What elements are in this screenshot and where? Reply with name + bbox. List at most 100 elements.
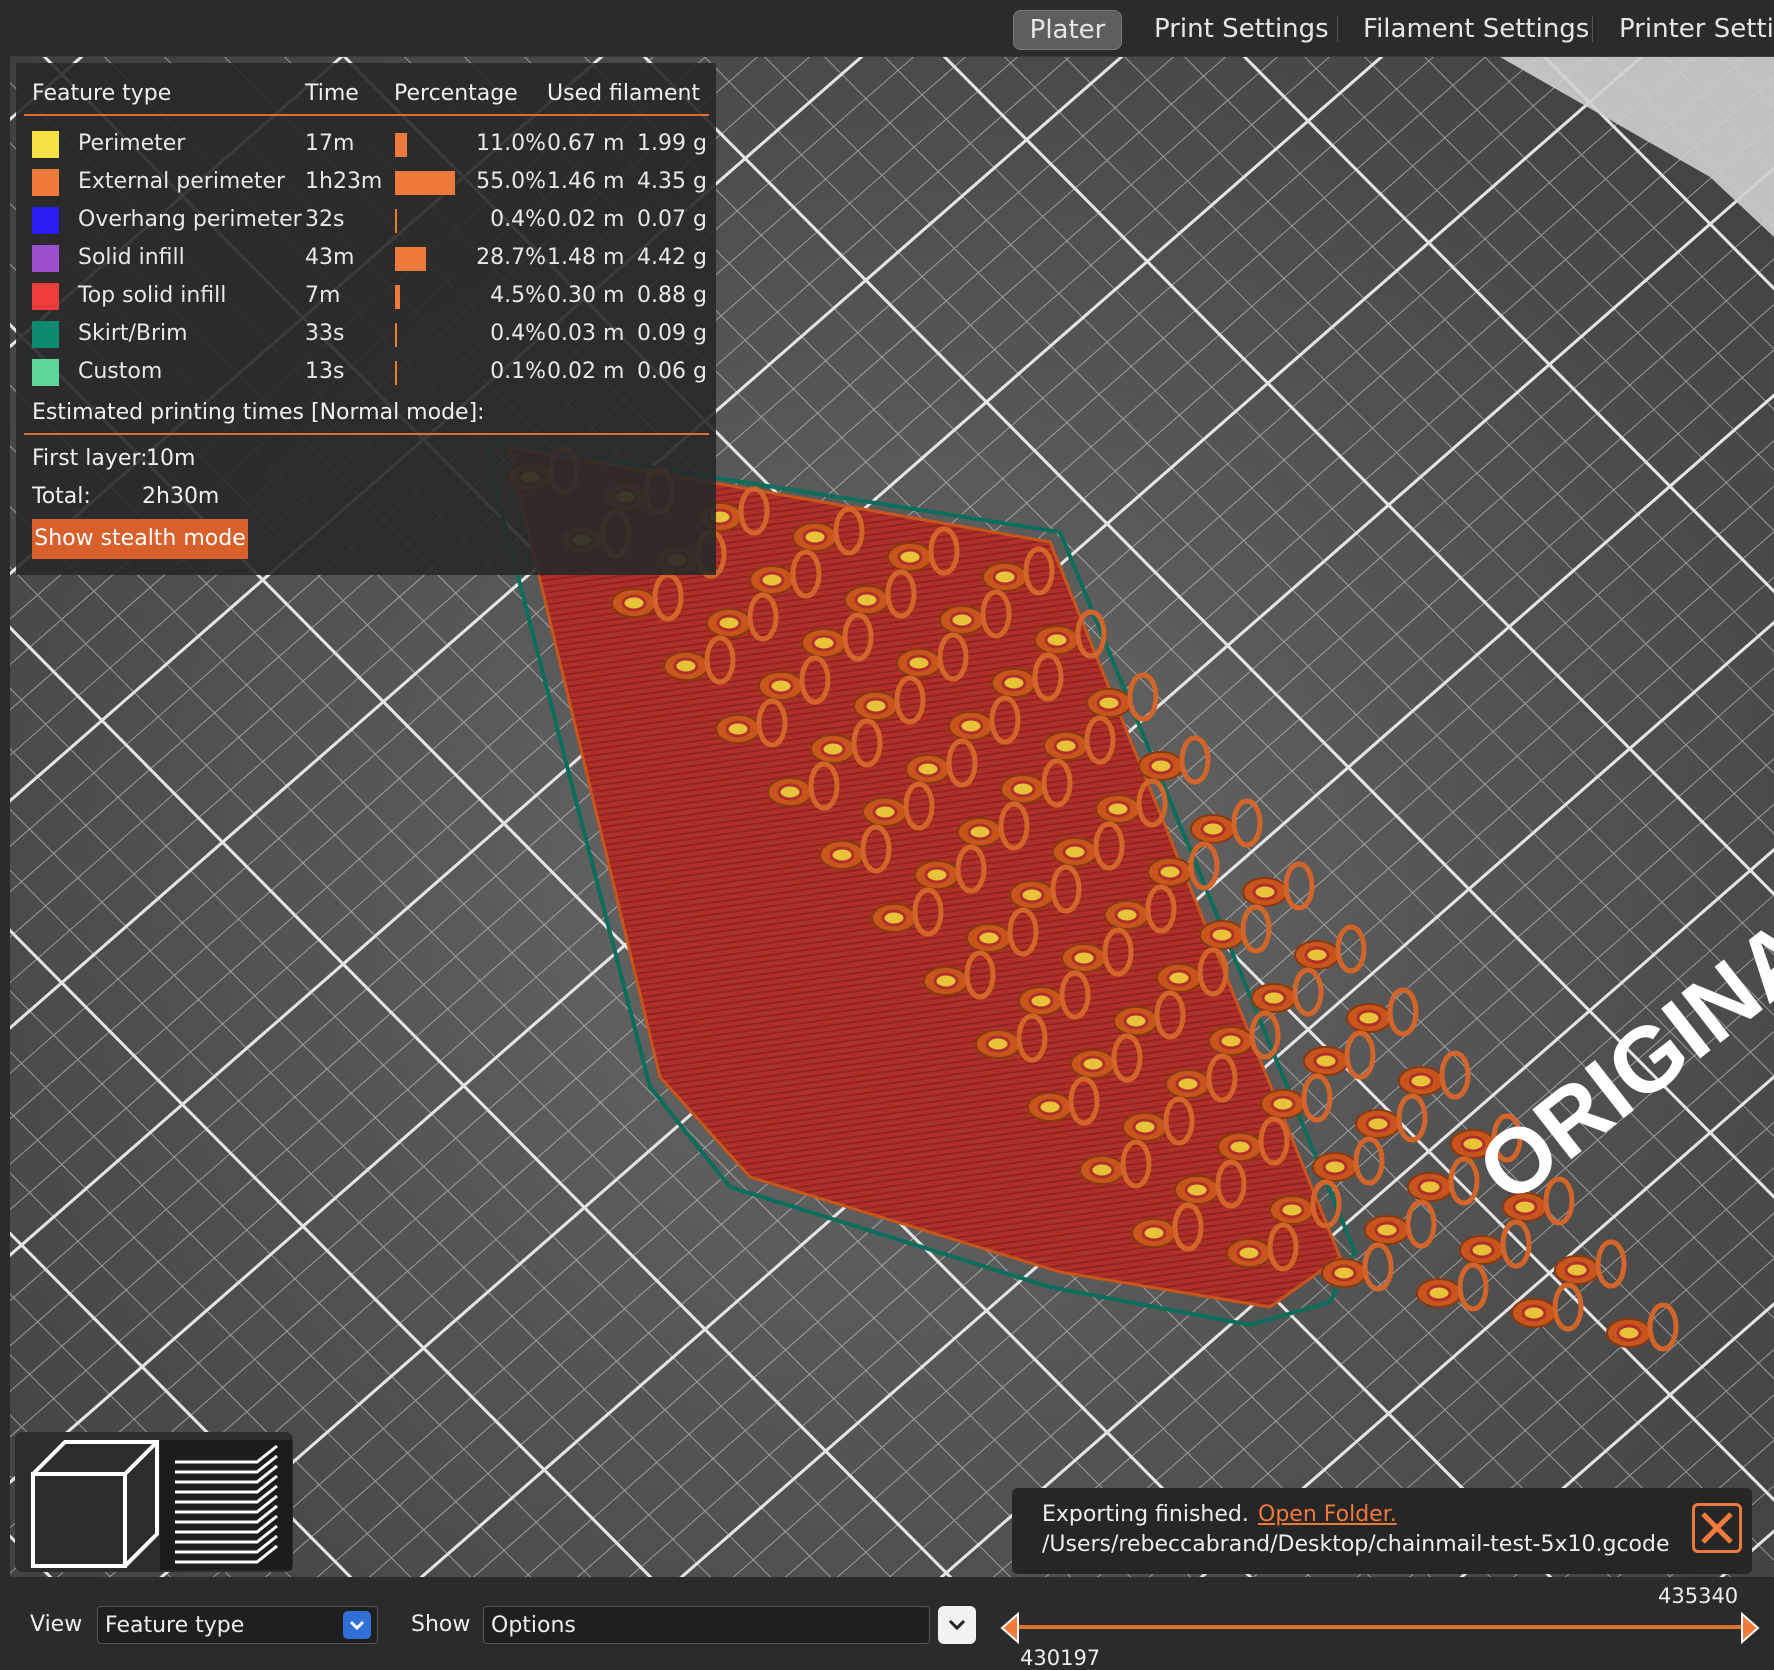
- view-label: View: [30, 1612, 83, 1637]
- legend-row: Solid infill 43m 28.7% 1.48 m 4.42 g: [16, 241, 716, 277]
- export-notification: Exporting finished. Open Folder. /Users/…: [1012, 1488, 1752, 1574]
- feature-percentage: 28.7%: [476, 245, 546, 270]
- feature-percentage: 55.0%: [476, 169, 546, 194]
- legend-row: Perimeter 17m 11.0% 0.67 m 1.99 g: [16, 127, 716, 163]
- color-swatch: [32, 207, 59, 234]
- percentage-bar: [395, 247, 427, 271]
- feature-length: 0.02 m: [547, 359, 625, 384]
- first-layer-label: First layer:: [32, 446, 148, 471]
- color-swatch: [32, 169, 59, 196]
- legend-row: Skirt/Brim 33s 0.4% 0.03 m 0.09 g: [16, 317, 716, 353]
- feature-weight: 0.09 g: [637, 321, 707, 346]
- feature-time: 43m: [305, 245, 355, 270]
- feature-time: 1h23m: [305, 169, 383, 194]
- color-swatch: [32, 321, 59, 348]
- feature-length: 1.48 m: [547, 245, 625, 270]
- feature-name: Skirt/Brim: [78, 321, 188, 346]
- view-mode-panel: [15, 1432, 293, 1572]
- legend-row: External perimeter 1h23m 55.0% 1.46 m 4.35 g: [16, 165, 716, 201]
- header-feature-type: Feature type: [32, 81, 172, 106]
- color-swatch: [32, 245, 59, 272]
- feature-percentage: 11.0%: [476, 131, 546, 156]
- slider-max-value: 435340: [1658, 1584, 1739, 1608]
- chainmail-link: [1294, 924, 1367, 974]
- chainmail-link: [1138, 735, 1211, 785]
- tab-plater[interactable]: Plater: [1013, 10, 1122, 50]
- bed-corner: [1500, 57, 1774, 237]
- legend-panel: Feature type Time Percentage Used filame…: [16, 63, 716, 575]
- feature-weight: 1.99 g: [637, 131, 707, 156]
- feature-weight: 4.35 g: [637, 169, 707, 194]
- chainmail-link: [1312, 1136, 1385, 1186]
- chainmail-link: [1260, 1073, 1333, 1123]
- total-value: 2h30m: [142, 484, 220, 509]
- header-used-filament: Used filament: [547, 81, 701, 106]
- show-stealth-mode-button[interactable]: Show stealth mode: [32, 519, 248, 559]
- chainmail-link: [1251, 967, 1324, 1017]
- chainmail-link: [1511, 1282, 1584, 1332]
- feature-name: Overhang perimeter: [78, 207, 302, 232]
- show-label: Show: [411, 1612, 471, 1637]
- feature-name: Custom: [78, 359, 163, 384]
- show-options-select[interactable]: Options: [483, 1606, 930, 1644]
- feature-length: 0.30 m: [547, 283, 625, 308]
- feature-time: 33s: [305, 321, 345, 346]
- estimated-divider: [24, 433, 709, 435]
- view-select-value: Feature type: [105, 1613, 245, 1638]
- feature-percentage: 0.4%: [490, 321, 546, 346]
- feature-length: 0.67 m: [547, 131, 625, 156]
- horizontal-slider-track[interactable]: [1010, 1625, 1748, 1629]
- feature-name: External perimeter: [78, 169, 286, 194]
- tab-filament-settings[interactable]: Filament Settings: [1343, 10, 1609, 48]
- header-percentage: Percentage: [394, 81, 518, 106]
- estimated-title: Estimated printing times [Normal mode]:: [32, 400, 485, 425]
- close-notification-button[interactable]: [1692, 1503, 1742, 1553]
- tab-bar: Plater Print Settings Filament Settings …: [0, 0, 1774, 56]
- percentage-bar: [395, 361, 397, 385]
- chevron-down-icon: [343, 1611, 371, 1639]
- color-swatch: [32, 359, 59, 386]
- tab-print-settings[interactable]: Print Settings: [1134, 10, 1349, 48]
- legend-row: Top solid infill 7m 4.5% 0.30 m 0.88 g: [16, 279, 716, 315]
- percentage-bar: [395, 209, 397, 233]
- feature-time: 7m: [305, 283, 341, 308]
- show-options-dropdown-button[interactable]: [938, 1606, 976, 1644]
- slider-left-thumb[interactable]: [1000, 1612, 1020, 1644]
- feature-percentage: 0.1%: [490, 359, 546, 384]
- feature-percentage: 4.5%: [490, 283, 546, 308]
- header-divider: [24, 114, 709, 116]
- open-folder-link[interactable]: Open Folder.: [1258, 1502, 1397, 1527]
- percentage-bar: [395, 323, 397, 347]
- chainmail-link: [1346, 987, 1419, 1037]
- slider-right-thumb[interactable]: [1740, 1612, 1760, 1644]
- feature-percentage: 0.4%: [490, 207, 546, 232]
- 3d-view-icon[interactable]: [31, 1440, 159, 1568]
- chainmail-link: [1554, 1239, 1627, 1289]
- show-select-value: Options: [491, 1613, 576, 1638]
- feature-weight: 0.88 g: [637, 283, 707, 308]
- feature-name: Top solid infill: [78, 283, 227, 308]
- feature-time: 32s: [305, 207, 345, 232]
- slider-min-value: 430197: [1020, 1646, 1101, 1670]
- chainmail-link: [1364, 1199, 1437, 1249]
- feature-weight: 0.07 g: [637, 207, 707, 232]
- legend-row: Overhang perimeter 32s 0.4% 0.02 m 0.07 g: [16, 203, 716, 239]
- first-layer-value: 10m: [146, 446, 196, 471]
- feature-weight: 0.06 g: [637, 359, 707, 384]
- total-label: Total:: [32, 484, 91, 509]
- legend-row: Custom 13s 0.1% 0.02 m 0.06 g: [16, 355, 716, 391]
- feature-name: Perimeter: [78, 131, 186, 156]
- tab-printer-settings[interactable]: Printer Settir: [1599, 10, 1774, 48]
- feature-length: 0.02 m: [547, 207, 625, 232]
- export-path: /Users/rebeccabrand/Desktop/chainmail-te…: [1042, 1532, 1670, 1557]
- feature-length: 1.46 m: [547, 169, 625, 194]
- feature-name: Solid infill: [78, 245, 185, 270]
- feature-weight: 4.42 g: [637, 245, 707, 270]
- tab-separator: [1337, 16, 1338, 42]
- feature-time: 13s: [305, 359, 345, 384]
- view-select[interactable]: Feature type: [97, 1606, 378, 1644]
- export-message: Exporting finished.: [1042, 1502, 1249, 1527]
- color-swatch: [32, 131, 59, 158]
- color-swatch: [32, 283, 59, 310]
- percentage-bar: [395, 133, 407, 157]
